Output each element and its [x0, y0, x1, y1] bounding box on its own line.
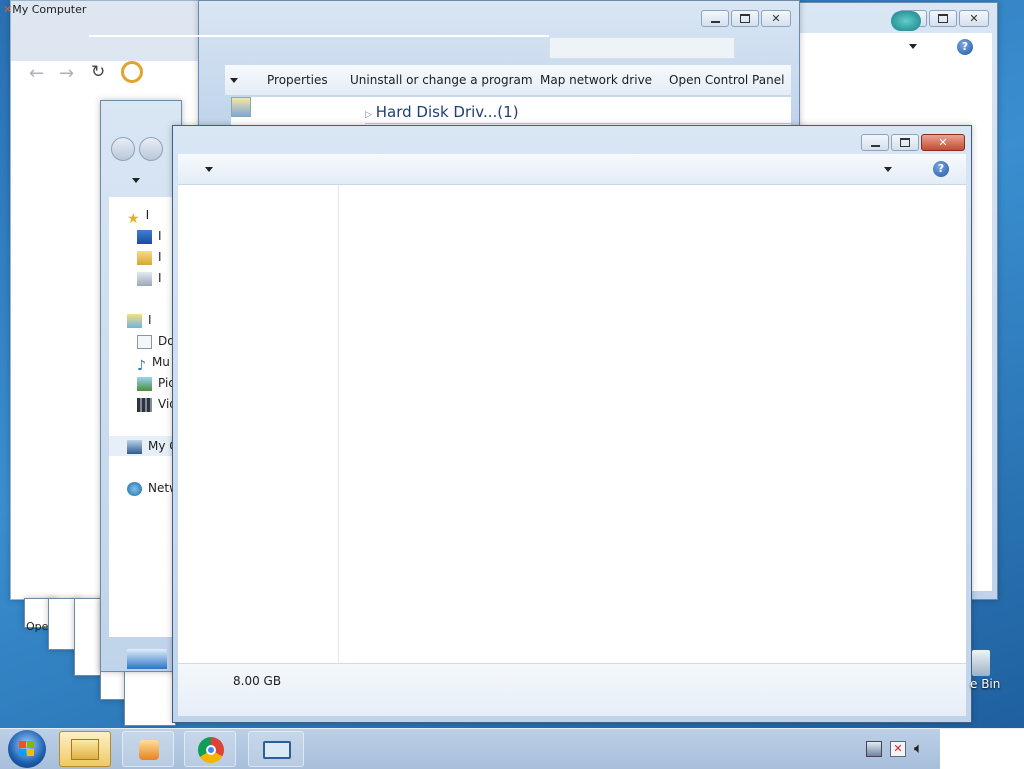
- properties-button[interactable]: Properties: [267, 65, 328, 95]
- open-control-panel-button[interactable]: Open Control Panel: [669, 65, 784, 95]
- search-box[interactable]: [549, 37, 735, 59]
- taskbar-explorer-button[interactable]: [59, 731, 111, 767]
- nav-item-recent[interactable]: I: [137, 268, 162, 288]
- music-icon: ♪: [137, 357, 146, 374]
- nav-item-libraries[interactable]: I: [127, 310, 152, 330]
- windows-logo-icon-part: [27, 749, 34, 756]
- maximize-button[interactable]: [929, 10, 957, 27]
- nav-item-my-computer[interactable]: My C: [109, 436, 181, 456]
- close-button[interactable]: ✕: [921, 134, 965, 151]
- recycle-bin-icon[interactable]: [972, 650, 990, 676]
- recycle-bin-label: e Bin: [970, 677, 1001, 691]
- windows-logo-icon-part: [19, 749, 26, 756]
- close-icon: ✕: [969, 12, 979, 25]
- details-pane-computer-icon: [127, 649, 167, 669]
- pictures-icon: [137, 376, 152, 391]
- address-bar-edge: [89, 35, 549, 37]
- open-label: Ope: [26, 620, 49, 633]
- desktop-icon: [137, 229, 152, 244]
- clock-area[interactable]: [940, 729, 1024, 769]
- minimize-button[interactable]: [861, 134, 889, 151]
- group-header[interactable]: ▷ Hard Disk Driv...(1): [365, 103, 793, 124]
- maximize-icon: [938, 14, 948, 23]
- map-network-drive-button[interactable]: Map network drive: [540, 65, 652, 95]
- start-button[interactable]: [8, 730, 46, 768]
- close-icon: ✕: [938, 136, 948, 149]
- forward-button[interactable]: [139, 137, 163, 161]
- minimize-icon: [710, 20, 720, 23]
- navigation-pane[interactable]: [178, 185, 339, 663]
- windows-logo-icon: [19, 741, 26, 748]
- nav-item-downloads[interactable]: I: [137, 247, 162, 267]
- media-player-icon: [139, 740, 159, 760]
- documents-icon: [137, 334, 152, 349]
- memory-size-label: 8.00 GB: [233, 674, 282, 688]
- videos-icon: [137, 397, 152, 412]
- close-button[interactable]: ✕: [959, 10, 989, 27]
- downloads-icon: [137, 250, 152, 265]
- computer-icon: [127, 439, 142, 454]
- minimize-button[interactable]: [701, 10, 729, 27]
- help-icon[interactable]: ?: [933, 161, 949, 177]
- nav-item-music[interactable]: ♪ Mu: [137, 352, 170, 374]
- taskbar-chrome-button[interactable]: [184, 731, 236, 767]
- close-button[interactable]: ✕: [761, 10, 791, 27]
- change-view-caret-icon[interactable]: [884, 167, 892, 172]
- file-list-area[interactable]: [339, 185, 966, 663]
- maximize-icon: [900, 138, 910, 147]
- maximize-icon: [740, 14, 750, 23]
- expand-arrow-icon: ▷: [365, 110, 372, 120]
- folder-icon: [71, 739, 99, 760]
- chrome-center-icon: [206, 745, 216, 755]
- explorer-window-left: ★ I I I I I Do ♪ Mu Pic Vid My C Netw: [100, 100, 182, 672]
- remote-desktop-icon: [263, 741, 291, 759]
- computer-window: ✕ Properties Uninstall or change a progr…: [89, 0, 800, 130]
- maximize-button[interactable]: [891, 134, 919, 151]
- details-pane: 8.00 GB: [178, 663, 966, 716]
- taskbar-remote-desktop-button[interactable]: [248, 731, 304, 767]
- caption-buttons: ✕: [861, 134, 965, 151]
- windows-media-icon: [891, 11, 921, 31]
- command-bar: ?: [178, 154, 966, 185]
- nav-item-videos[interactable]: Vid: [137, 394, 177, 414]
- back-button[interactable]: [111, 137, 135, 161]
- star-icon: ★: [127, 210, 140, 227]
- libraries-icon: [127, 313, 142, 328]
- tab-favicon-icon: ✕: [3, 3, 13, 16]
- nav-item-favorites[interactable]: ★ I: [127, 205, 149, 227]
- uninstall-program-button[interactable]: Uninstall or change a program: [350, 65, 533, 95]
- organize-caret-icon[interactable]: [132, 178, 140, 183]
- action-center-icon[interactable]: ✕: [890, 741, 906, 757]
- network-tray-icon[interactable]: [866, 741, 882, 757]
- taskbar: ✕ 🔈︎: [0, 728, 1024, 769]
- maximize-button[interactable]: [731, 10, 759, 27]
- organize-caret-icon[interactable]: [205, 167, 213, 172]
- favorites-icon: [231, 97, 251, 117]
- address-chrome-icon: [121, 61, 143, 83]
- chrome-icon: [198, 737, 224, 763]
- minimize-icon: [870, 144, 880, 147]
- nav-item-documents[interactable]: Do: [137, 331, 175, 351]
- network-icon: [127, 481, 142, 496]
- nav-item-pictures[interactable]: Pic: [137, 373, 175, 393]
- navigation-pane: ★ I I I I I Do ♪ Mu Pic Vid My C Netw: [109, 197, 181, 637]
- organize-caret-icon[interactable]: [230, 78, 238, 83]
- reload-icon[interactable]: ↻: [91, 62, 105, 82]
- forward-arrow-icon[interactable]: →: [59, 63, 74, 84]
- volume-icon[interactable]: 🔈︎: [914, 739, 923, 757]
- browser-tab[interactable]: ✕My Computer: [3, 3, 86, 16]
- back-arrow-icon[interactable]: ←: [29, 63, 44, 84]
- close-icon: ✕: [771, 12, 781, 25]
- dropdown-caret-icon[interactable]: [909, 44, 917, 49]
- recent-places-icon: [137, 271, 152, 286]
- group-header-label: Hard Disk Driv...(1): [375, 103, 519, 121]
- nav-item-desktop[interactable]: I: [137, 226, 162, 246]
- windows-logo-icon-part: [27, 741, 34, 748]
- help-icon[interactable]: ?: [957, 39, 973, 55]
- caption-buttons: ✕: [701, 10, 791, 27]
- taskbar-media-player-button[interactable]: [122, 731, 174, 767]
- command-bar: Properties Uninstall or change a program…: [225, 65, 791, 96]
- active-explorer-window: ✕ ? 8.00 GB: [172, 125, 972, 723]
